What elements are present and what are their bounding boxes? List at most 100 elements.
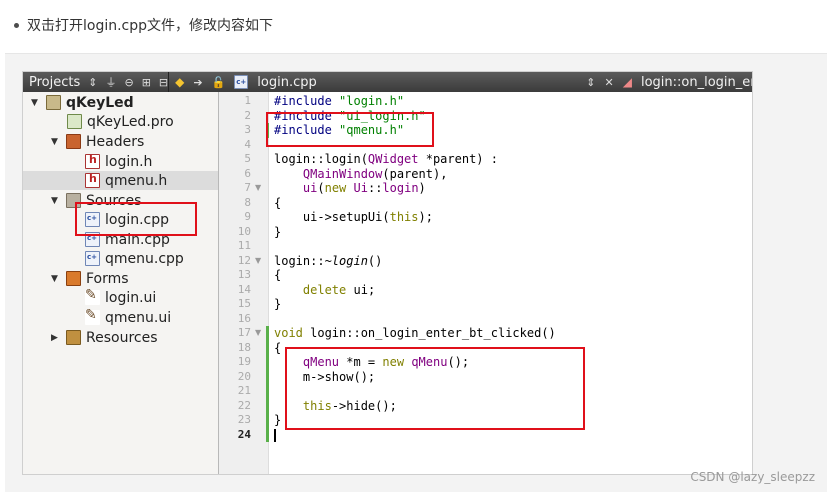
code-token: login (382, 181, 419, 195)
forms-folder-icon (66, 271, 81, 286)
pro-file-icon (67, 114, 82, 129)
code-line[interactable]: { (274, 268, 744, 283)
close-pane-icon[interactable]: ⊟ (159, 76, 168, 89)
cpp-file-icon (85, 251, 100, 266)
line-number: 9 (244, 210, 251, 223)
code-token: QWidget (367, 152, 419, 166)
tree-headers-folder[interactable]: ▼ Headers (51, 132, 144, 151)
tree-file-qmenu-cpp[interactable]: qmenu.cpp (85, 249, 184, 268)
code-line[interactable]: #include "login.h" (274, 94, 744, 109)
line-number: 21 (237, 384, 251, 397)
code-token: QMainWindow (302, 166, 383, 181)
code-line[interactable]: void login::on_login_enter_bt_clicked() (274, 326, 744, 341)
code-line[interactable]: ui->setupUi(this); (274, 210, 744, 225)
line-number: 14 (237, 282, 251, 296)
ui-file-icon (85, 287, 100, 305)
code-line[interactable]: } (274, 297, 744, 312)
back-arrow-icon[interactable]: ◆ (175, 75, 184, 89)
file-name: login.ui (105, 289, 157, 306)
file-name: qmenu.cpp (105, 250, 184, 267)
line-number: 24 (237, 427, 251, 441)
ide-toolbar: Projects ⇕ ⏚ ⊖ ⊞ ⊟ ◆ ➔ 🔓 c+ login.cpp ⇕ … (23, 72, 752, 92)
line-number: 12 (237, 253, 251, 267)
resources-folder-icon (66, 330, 81, 345)
code-token: ui (302, 181, 318, 195)
code-line[interactable]: QMainWindow(parent), (274, 167, 744, 182)
file-name: login.h (105, 153, 153, 170)
code-token: { (274, 195, 282, 210)
split-icon[interactable]: ⊞ (142, 76, 151, 89)
highlight-login-cpp-box (75, 202, 197, 236)
tree-resources-folder[interactable]: ▶ Resources (51, 328, 158, 347)
code-line[interactable]: { (274, 196, 744, 211)
code-line[interactable]: login::login(QWidget *parent) : (274, 152, 744, 167)
fold-marker-icon[interactable]: ▼ (255, 254, 261, 269)
highlight-include-box (266, 112, 434, 147)
code-token: Ui (353, 181, 368, 195)
expand-arrow-icon[interactable]: ▼ (51, 196, 61, 206)
symbol-selector[interactable]: login::on_login_enter (641, 75, 752, 90)
line-number: 6 (244, 166, 251, 180)
tree-forms-folder[interactable]: ▼ Forms (51, 269, 129, 288)
line-number: 3 (244, 123, 251, 136)
tree-file-login-h[interactable]: login.h (85, 152, 152, 171)
editor-header: ◆ ➔ 🔓 c+ login.cpp ⇕ ✕ ◢ login::on_login… (169, 72, 752, 92)
code-token: :: (367, 181, 383, 195)
code-token: delete (302, 282, 347, 297)
code-token: ( (317, 181, 325, 195)
link-icon[interactable]: ⊖ (124, 76, 133, 89)
tree-file-login-ui[interactable]: login.ui (85, 287, 157, 307)
line-number: 18 (237, 340, 251, 354)
code-line[interactable]: } (274, 225, 744, 240)
code-line[interactable] (274, 312, 744, 327)
forward-arrow-icon[interactable]: ➔ (193, 76, 202, 89)
tree-file-qmenu-h[interactable]: qmenu.h (23, 171, 218, 190)
projects-dropdown[interactable]: Projects (29, 75, 80, 90)
code-token: { (274, 340, 282, 355)
code-token: "login.h" (339, 94, 405, 108)
code-token: login::~ (274, 253, 332, 268)
ide-window: Projects ⇕ ⏚ ⊖ ⊞ ⊟ ◆ ➔ 🔓 c+ login.cpp ⇕ … (22, 71, 753, 475)
line-number: 23 (237, 413, 251, 426)
code-line[interactable] (274, 239, 744, 254)
cpp-file-icon: c+ (234, 75, 249, 89)
code-token: () (367, 253, 383, 268)
tree-project[interactable]: ▼ qKeyLed (31, 93, 134, 112)
code-line[interactable]: ui(new Ui::login) (274, 181, 744, 196)
expand-arrow-icon[interactable]: ▼ (51, 274, 61, 284)
code-token: void (274, 326, 303, 340)
line-number: 5 (244, 152, 251, 165)
line-number: 8 (244, 195, 251, 209)
file-name: qmenu.ui (105, 309, 172, 326)
code-token: } (274, 224, 282, 239)
line-number: 17 (237, 326, 251, 339)
code-token: ) (418, 181, 426, 195)
code-line[interactable]: login::~login() (274, 254, 744, 269)
line-number: 7 (244, 181, 251, 194)
updown-icon[interactable]: ⇕ (88, 76, 97, 89)
function-icon: ◢ (622, 75, 632, 89)
code-line[interactable]: delete ui; (274, 283, 744, 298)
code-token: (parent), (382, 166, 448, 181)
watermark: CSDN @lazy_sleepzz (690, 470, 815, 484)
close-file-icon[interactable]: ✕ (605, 76, 614, 89)
expand-arrow-icon[interactable]: ▼ (51, 137, 61, 147)
open-file-selector[interactable]: login.cpp (257, 75, 577, 90)
filter-icon[interactable]: ⏚ (105, 74, 116, 90)
line-number: 19 (237, 355, 251, 368)
expand-arrow-icon[interactable]: ▼ (31, 98, 41, 108)
line-number: 13 (237, 268, 251, 281)
fold-marker-icon[interactable]: ▼ (255, 181, 261, 196)
tree-pro-file[interactable]: qKeyLed.pro (67, 112, 174, 131)
file-updown-icon[interactable]: ⇕ (586, 76, 595, 89)
code-token: ui; (346, 282, 376, 297)
code-token: ui->setupUi( (274, 210, 390, 224)
tree-file-qmenu-ui[interactable]: qmenu.ui (85, 307, 172, 327)
instruction-text: 双击打开login.cpp文件，修改内容如下 (27, 18, 274, 34)
fold-marker-icon[interactable]: ▼ (255, 326, 261, 341)
collapse-arrow-icon[interactable]: ▶ (51, 333, 61, 343)
highlight-slot-body-box (285, 347, 585, 430)
code-token: #include (274, 94, 340, 108)
code-token: } (274, 297, 282, 311)
